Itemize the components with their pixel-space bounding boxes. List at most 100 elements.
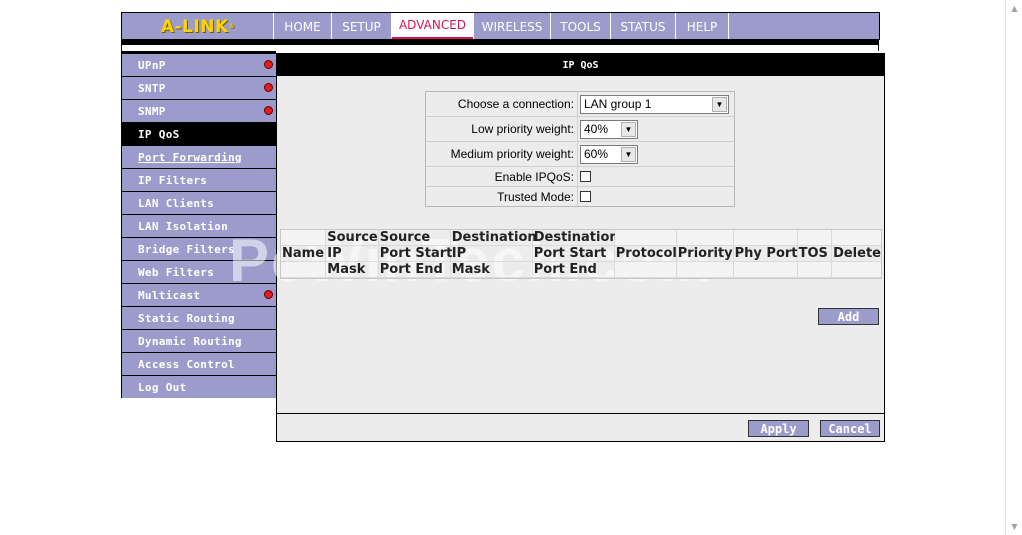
column-name: Name (281, 230, 327, 278)
tab-help[interactable]: HELP (675, 13, 728, 40)
status-dot-icon (264, 60, 273, 69)
trusted-mode-checkbox[interactable] (580, 191, 591, 202)
low-priority-select[interactable]: 40% ▼ (580, 119, 638, 139)
sidebar-item-label: Multicast (138, 288, 201, 302)
sidebar-item-static-routing[interactable]: Static Routing (122, 307, 276, 329)
top-nav: HOME SETUP ADVANCED WIRELESS TOOLS STATU… (273, 12, 880, 40)
table-header-cell (797, 230, 832, 246)
trademark-symbol: ® (228, 23, 236, 30)
table-header-cell: TOS (797, 246, 832, 262)
table-header-cell: Port Start (532, 246, 614, 262)
table-header-cell (733, 230, 797, 246)
low-priority-value: 40% (584, 122, 609, 136)
connection-row: Choose a connection: LAN group 1 ▼ (426, 92, 734, 117)
sidebar-item-label: Web Filters (138, 265, 215, 279)
table-header-cell: Port End (378, 262, 450, 278)
column-source-ip: Source IP Mask (326, 230, 379, 278)
tab-spacer (728, 13, 879, 40)
chevron-down-icon: ▼ (621, 121, 636, 137)
column-destination-ip: Destination IP Mask (450, 230, 537, 278)
sidebar-item-port-forwarding[interactable]: Port Forwarding (122, 146, 276, 168)
table-header-cell: Delete (832, 246, 881, 262)
sidebar-item-ip-filters[interactable]: IP Filters (122, 169, 276, 191)
column-protocol: Protocol (614, 230, 677, 278)
connection-value: LAN group 1 (584, 97, 652, 111)
sidebar-item-lan-clients[interactable]: LAN Clients (122, 192, 276, 214)
connection-select[interactable]: LAN group 1 ▼ (580, 94, 729, 114)
tab-status[interactable]: STATUS (610, 13, 675, 40)
tab-advanced[interactable]: ADVANCED (391, 13, 473, 40)
enable-ipqos-row: Enable IPQoS: (426, 167, 734, 187)
sidebar-item-snmp[interactable]: SNMP (122, 100, 276, 122)
vertical-scrollbar[interactable]: ▲ ▼ (1005, 0, 1022, 535)
low-priority-label: Low priority weight: (426, 117, 578, 141)
column-phy-port: Phy Port (733, 230, 798, 278)
sidebar-item-dynamic-routing[interactable]: Dynamic Routing (122, 330, 276, 352)
table-header-cell: IP (326, 246, 378, 262)
medium-priority-select[interactable]: 60% ▼ (580, 144, 638, 164)
sidebar-item-label: LAN Clients (138, 196, 215, 210)
sidebar-item-label: Log Out (138, 380, 187, 394)
sidebar-item-access-control[interactable]: Access Control (122, 353, 276, 375)
qos-settings-form: Choose a connection: LAN group 1 ▼ Low p… (425, 91, 735, 207)
medium-priority-value: 60% (584, 147, 609, 161)
table-header-cell (797, 262, 832, 278)
sidebar-item-label: Access Control (138, 357, 235, 371)
table-header-cell (676, 230, 733, 246)
tab-wireless[interactable]: WIRELESS (473, 13, 550, 40)
table-header-cell: Mask (326, 262, 378, 278)
table-header-cell (832, 230, 881, 246)
tab-home[interactable]: HOME (273, 13, 331, 40)
column-source-port: Source Port Start Port End (378, 230, 453, 278)
sidebar-item-label: Bridge Filters (138, 242, 235, 256)
sidebar-item-sntp[interactable]: SNTP (122, 77, 276, 99)
status-dot-icon (264, 83, 273, 92)
table-header-cell: Protocol (614, 246, 677, 262)
scroll-up-icon[interactable]: ▲ (1006, 0, 1022, 17)
brand-logo-text: A-LINK (160, 16, 229, 37)
table-header-cell: Port End (532, 262, 614, 278)
footer-divider (277, 413, 884, 414)
tab-setup[interactable]: SETUP (331, 13, 391, 40)
table-header-cell: Name (281, 246, 326, 262)
enable-ipqos-checkbox[interactable] (580, 171, 591, 182)
sidebar-item-log-out[interactable]: Log Out (122, 376, 276, 398)
table-header-cell (733, 262, 797, 278)
table-header-cell (281, 230, 326, 246)
table-header-cell: Priority (676, 246, 733, 262)
low-priority-row: Low priority weight: 40% ▼ (426, 117, 734, 142)
table-header-cell: Destination (532, 230, 619, 246)
sidebar-item-upnp[interactable]: UPnP (122, 54, 276, 76)
connection-label: Choose a connection: (426, 92, 578, 116)
column-delete: Delete (832, 230, 881, 278)
medium-priority-row: Medium priority weight: 60% ▼ (426, 142, 734, 167)
status-dot-icon (264, 106, 273, 115)
trusted-mode-row: Trusted Mode: (426, 187, 734, 206)
tab-tools[interactable]: TOOLS (550, 13, 610, 40)
apply-button[interactable]: Apply (748, 420, 809, 437)
column-priority: Priority (676, 230, 734, 278)
enable-ipqos-label: Enable IPQoS: (426, 167, 578, 186)
cancel-button[interactable]: Cancel (820, 420, 880, 437)
add-button[interactable]: Add (818, 308, 879, 325)
brand-logo: A-LINK ® (121, 12, 274, 40)
main-panel: IP QoS PcWinTech.com Choose a connection… (229, 53, 885, 442)
table-header-cell (614, 262, 676, 278)
sidebar-item-label: IP Filters (138, 173, 208, 187)
table-header-cell (614, 230, 676, 246)
qos-rules-table: Name Source IP Mask Source Port Start Po… (280, 229, 882, 279)
table-header-cell: Source (378, 230, 450, 246)
column-destination-port: Destination Port Start Port End (532, 230, 619, 278)
scroll-down-icon[interactable]: ▼ (1006, 518, 1022, 535)
sidebar-item-label: Dynamic Routing (138, 334, 242, 348)
sidebar-item-ip-qos[interactable]: IP QoS (122, 123, 276, 145)
chevron-down-icon: ▼ (712, 96, 727, 112)
sidebar-item-label: LAN Isolation (138, 219, 228, 233)
table-header-cell: Destination (450, 230, 537, 246)
table-header-cell (832, 262, 881, 278)
sidebar-item-label: SNTP (138, 81, 166, 95)
table-header-cell: Port Start (378, 246, 453, 262)
table-header-cell: IP (450, 246, 532, 262)
table-header-cell: Mask (450, 262, 532, 278)
table-header-cell: Phy Port (733, 246, 798, 262)
